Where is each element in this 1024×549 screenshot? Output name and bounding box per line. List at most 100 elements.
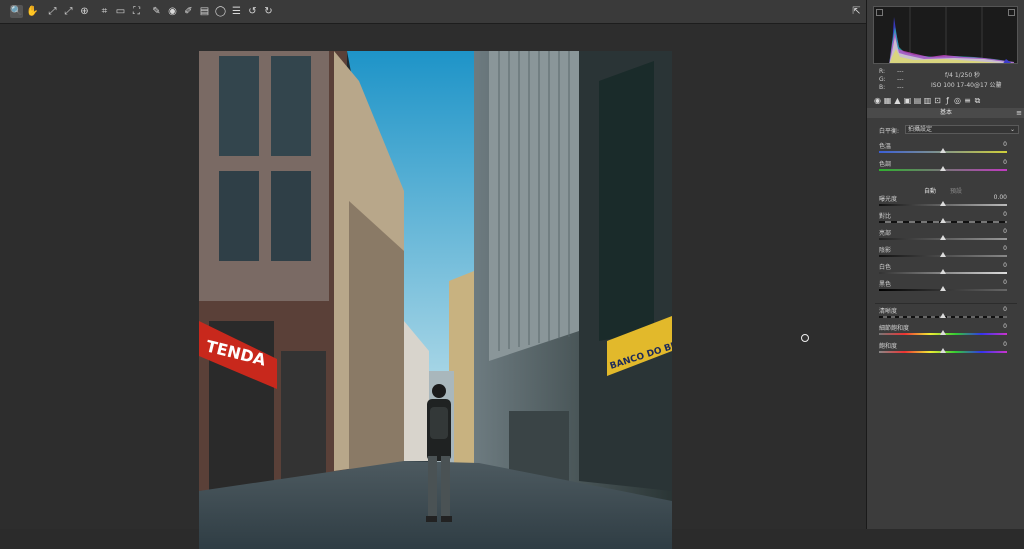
blacks-thumb[interactable] [940, 286, 946, 291]
white-balance-select[interactable]: 拍攝設定 ⌄ [905, 125, 1019, 134]
highlights-label: 亮部 [879, 230, 892, 237]
exposure-thumb[interactable] [940, 201, 946, 206]
cursor-icon [801, 334, 809, 342]
spot-removal-tool-icon[interactable]: ✎ [150, 5, 163, 18]
highlight-clipping-icon[interactable] [1008, 9, 1015, 16]
tint-thumb[interactable] [940, 166, 946, 171]
contrast-value[interactable]: 0 [1003, 211, 1007, 218]
slider-clarity: 清晰度 0 [879, 306, 1007, 322]
contrast-label: 對比 [879, 213, 892, 220]
r-label: R: [879, 68, 886, 75]
clarity-value[interactable]: 0 [1003, 306, 1007, 313]
slider-blacks: 黑色 0 [879, 279, 1007, 295]
split-toning-icon[interactable]: ▤ [913, 96, 922, 105]
detail-icon[interactable]: ▲ [893, 96, 902, 105]
targeted-adjustment-tool-icon[interactable]: ⊕ [78, 5, 91, 18]
crop-tool-icon[interactable]: ⌗ [98, 5, 111, 18]
slider-whites: 白色 0 [879, 262, 1007, 278]
section-title: 基本 [939, 109, 952, 116]
tint-label: 色調 [879, 161, 892, 168]
g-value: --- [897, 76, 904, 83]
photo-image: TENDA BANCO DO BRASIL [199, 51, 672, 549]
slider-highlights: 亮部 0 [879, 228, 1007, 244]
shadows-thumb[interactable] [940, 252, 946, 257]
b-value: --- [897, 84, 904, 91]
adjustments-panel: R: --- G: --- B: --- f/4 1/250 秒 ISO 100… [866, 0, 1024, 529]
lens-icon[interactable]: ▥ [923, 96, 932, 105]
whites-label: 白色 [879, 264, 892, 271]
white-balance-tool-icon[interactable]: ⤢ [46, 5, 59, 18]
r-value: --- [897, 68, 904, 75]
adjustment-brush-tool-icon[interactable]: ✐ [182, 5, 195, 18]
whites-thumb[interactable] [940, 269, 946, 274]
shadows-label: 陰影 [879, 247, 892, 254]
basic-icon[interactable]: ◉ [873, 96, 882, 105]
shadow-clipping-icon[interactable] [876, 9, 883, 16]
temperature-label: 色溫 [879, 143, 892, 150]
radial-filter-tool-icon[interactable]: ◯ [214, 5, 227, 18]
color-sampler-tool-icon[interactable]: ⤢ [62, 5, 75, 18]
aperture-shutter: f/4 1/250 秒 [945, 72, 981, 79]
slider-temperature: 色溫 0 [879, 141, 1007, 157]
temperature-thumb[interactable] [940, 148, 946, 153]
slider-tint: 色調 0 [879, 159, 1007, 175]
whites-value[interactable]: 0 [1003, 262, 1007, 269]
photo-preview[interactable]: TENDA BANCO DO BRASIL [199, 51, 672, 549]
panel-tabs: ◉ ▦ ▲ ▣ ▤ ▥ ⊡ ƒ ◎ ≡ ⧉ [867, 95, 1024, 107]
histogram-graph [874, 7, 1017, 63]
vibrance-value[interactable]: 0 [1003, 323, 1007, 330]
clarity-thumb[interactable] [940, 313, 946, 318]
red-eye-tool-icon[interactable]: ◉ [166, 5, 179, 18]
highlights-thumb[interactable] [940, 235, 946, 240]
export-icon[interactable]: ⇱ [850, 5, 863, 18]
slider-vibrance: 細節飽和度 0 [879, 323, 1007, 339]
straighten-tool-icon[interactable]: ▭ [114, 5, 127, 18]
preview-canvas[interactable]: TENDA BANCO DO BRASIL [0, 24, 866, 549]
blacks-value[interactable]: 0 [1003, 279, 1007, 286]
graduated-filter-tool-icon[interactable]: ▤ [198, 5, 211, 18]
temperature-value[interactable]: 0 [1003, 141, 1007, 148]
clarity-label: 清晰度 [879, 308, 898, 315]
vibrance-thumb[interactable] [940, 330, 946, 335]
slider-shadows: 陰影 0 [879, 245, 1007, 261]
zoom-tool-icon[interactable]: 🔍 [10, 5, 23, 18]
effects-icon[interactable]: ƒ [943, 96, 952, 105]
divider [875, 303, 1017, 304]
wb-value: 拍攝設定 [908, 126, 933, 133]
rotate-left-tool-icon[interactable]: ↺ [246, 5, 259, 18]
contrast-thumb[interactable] [940, 218, 946, 223]
wb-label: 白平衡: [879, 128, 900, 135]
section-header: 基本 ≡ [867, 108, 1024, 118]
iso-lens: ISO 100 17-40@17 公釐 [931, 82, 1002, 89]
saturation-label: 飽和度 [879, 343, 898, 350]
transform-tool-icon[interactable]: ⛶ [130, 5, 143, 18]
highlights-value[interactable]: 0 [1003, 228, 1007, 235]
blacks-label: 黑色 [879, 281, 892, 288]
hand-tool-icon[interactable]: ✋ [26, 5, 39, 18]
snapshots-icon[interactable]: ⧉ [973, 96, 982, 105]
rotate-right-tool-icon[interactable]: ↻ [262, 5, 275, 18]
tone-curve-icon[interactable]: ▦ [883, 96, 892, 105]
shadows-value[interactable]: 0 [1003, 245, 1007, 252]
hsl-icon[interactable]: ▣ [903, 96, 912, 105]
transform-icon[interactable]: ⊡ [933, 96, 942, 105]
pixel-info: R: --- G: --- B: --- f/4 1/250 秒 ISO 100… [873, 66, 1018, 92]
b-label: B: [879, 84, 886, 91]
tint-value[interactable]: 0 [1003, 159, 1007, 166]
saturation-thumb[interactable] [940, 348, 946, 353]
chevron-down-icon: ⌄ [1009, 126, 1015, 133]
presets-icon[interactable]: ≡ [963, 96, 972, 105]
slider-saturation: 飽和度 0 [879, 341, 1007, 357]
exposure-label: 曝光度 [879, 196, 898, 203]
camera-calibration-icon[interactable]: ◎ [953, 96, 962, 105]
preferences-tool-icon[interactable]: ☰ [230, 5, 243, 18]
g-label: G: [879, 76, 886, 83]
slider-contrast: 對比 0 [879, 211, 1007, 227]
histogram [873, 6, 1018, 64]
saturation-value[interactable]: 0 [1003, 341, 1007, 348]
white-balance-row: 白平衡: 拍攝設定 ⌄ [879, 125, 1019, 135]
exposure-value[interactable]: 0.00 [994, 194, 1007, 201]
panel-menu-icon[interactable]: ≡ [1016, 109, 1022, 117]
slider-exposure: 曝光度 0.00 [879, 194, 1007, 210]
vibrance-label: 細節飽和度 [879, 325, 910, 332]
